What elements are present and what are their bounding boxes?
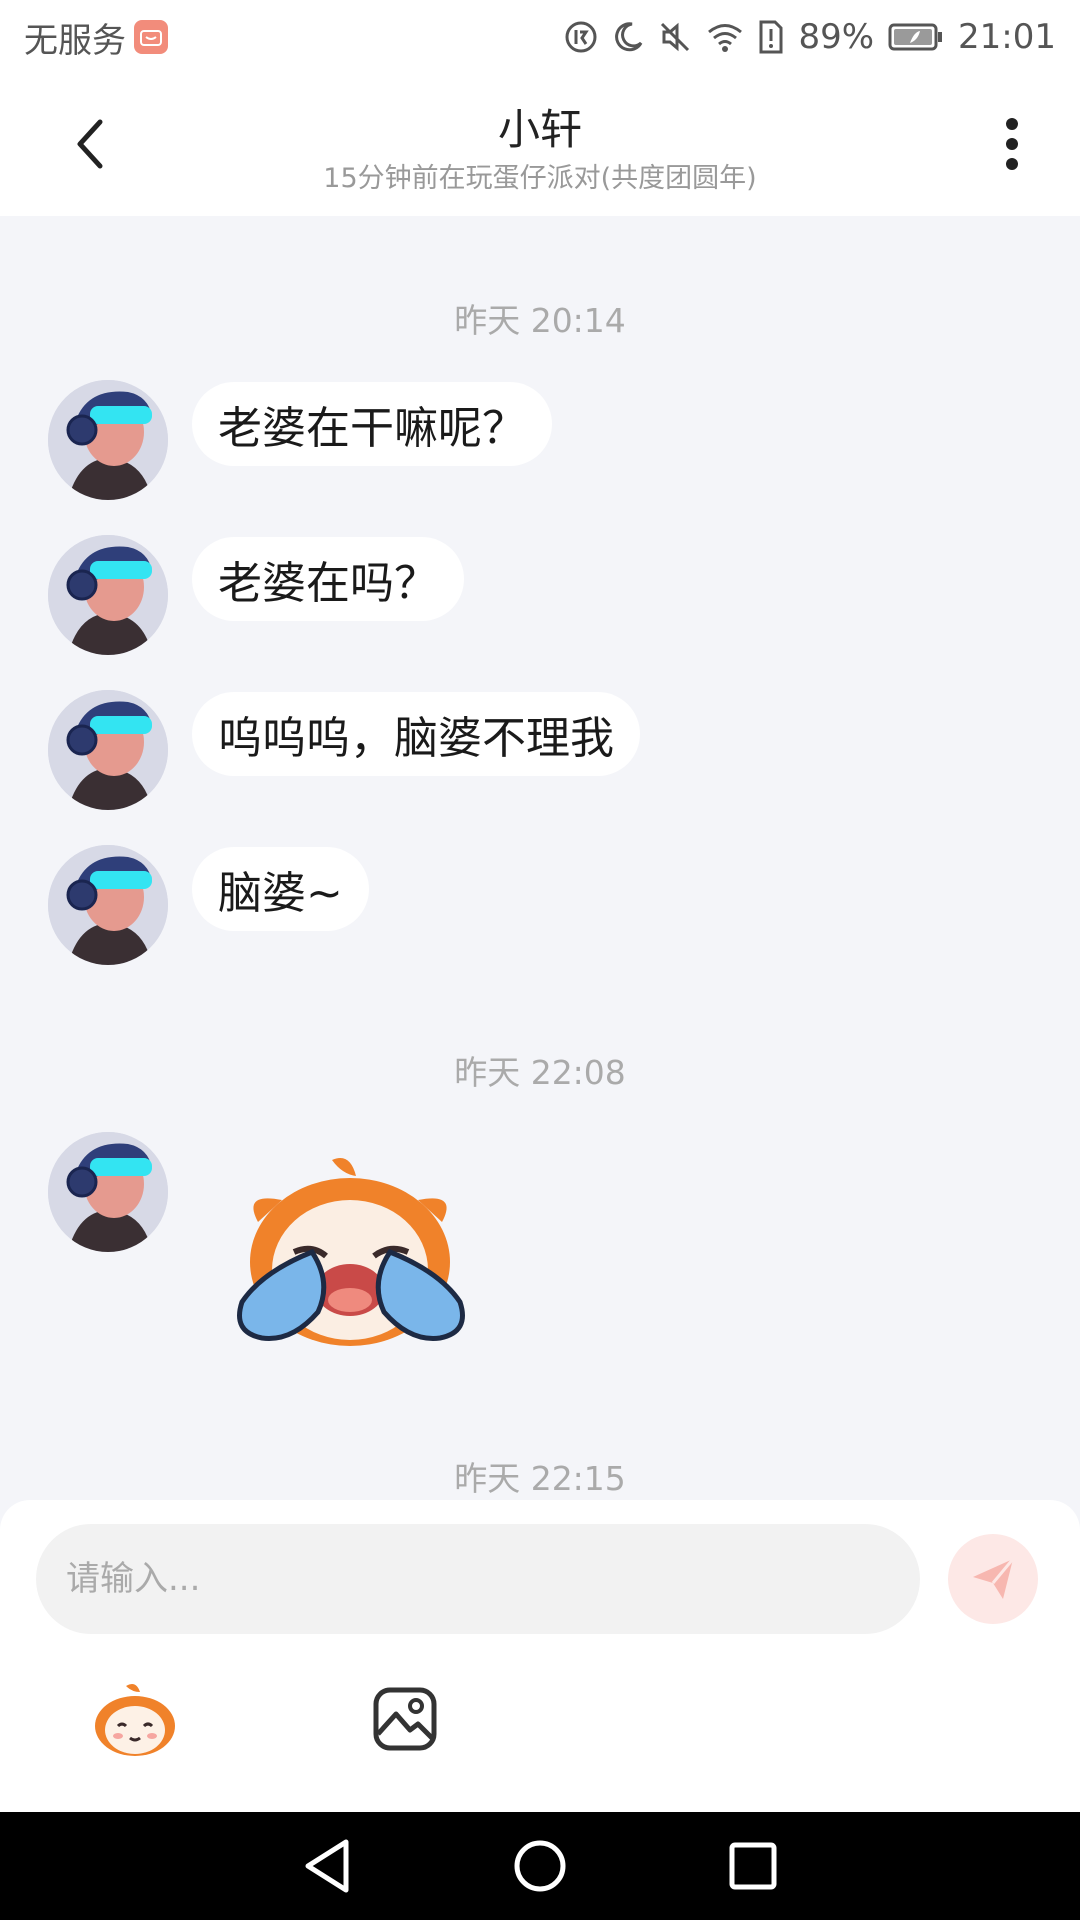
contact-name: 小轩 (497, 105, 582, 154)
avatar[interactable] (48, 535, 168, 655)
navigation-bar (0, 1812, 1080, 1920)
avatar[interactable] (48, 1132, 168, 1252)
message-text: 老婆在吗？ (218, 558, 438, 609)
message-bubble[interactable]: 呜呜呜，脑婆不理我 (192, 692, 640, 776)
message-bubble[interactable]: 老婆在干嘛呢？ (192, 382, 552, 466)
nav-recents-button[interactable] (718, 1831, 788, 1901)
message-text: 老婆在干嘛呢？ (218, 403, 526, 454)
avatar[interactable] (48, 380, 168, 500)
avatar[interactable] (48, 845, 168, 965)
mute-icon (658, 20, 692, 54)
nav-home-icon (514, 1840, 566, 1892)
more-vertical-icon (1006, 118, 1018, 170)
data-saver-icon (564, 20, 598, 54)
status-right: 89% 21:01 (564, 17, 1056, 57)
timestamp: 昨天 20:14 (454, 301, 626, 340)
more-button[interactable] (992, 114, 1032, 174)
moon-icon (612, 21, 644, 53)
app-notification-icon (134, 20, 168, 54)
message-text: 脑婆~ (218, 868, 343, 919)
status-bar: 无服务 89% 21:01 (0, 0, 1080, 74)
crying-eggy-sticker[interactable] (222, 1152, 480, 1352)
message-text: 呜呜呜，脑婆不理我 (218, 713, 614, 764)
nav-recents-icon (729, 1842, 777, 1890)
message-bubble[interactable]: 脑婆~ (192, 847, 369, 931)
battery-icon (888, 22, 944, 52)
battery-percent: 89% (798, 17, 875, 57)
nav-back-icon (305, 1839, 349, 1893)
image-button[interactable] (372, 1686, 438, 1752)
timestamp: 昨天 22:08 (454, 1053, 626, 1092)
nav-back-button[interactable] (292, 1831, 362, 1901)
avatar[interactable] (48, 690, 168, 810)
send-button[interactable] (948, 1534, 1038, 1624)
emoji-icon (95, 1684, 175, 1756)
input-panel (0, 1500, 1080, 1812)
carrier-text: 无服务 (24, 20, 126, 61)
chat-header: 小轩 15分钟前在玩蛋仔派对(共度团圆年) (0, 74, 1080, 216)
clock-text: 21:01 (958, 17, 1056, 57)
nav-home-button[interactable] (505, 1831, 575, 1901)
image-icon (373, 1687, 437, 1751)
timestamp: 昨天 22:15 (454, 1459, 626, 1498)
message-input[interactable] (36, 1524, 920, 1634)
chat-screen: 无服务 89% 21:01 小轩 15分钟前在玩蛋仔派对(共度团圆年) 昨天 2… (0, 0, 1080, 1920)
status-left: 无服务 (24, 13, 168, 62)
message-bubble[interactable]: 老婆在吗？ (192, 537, 464, 621)
wifi-icon (706, 21, 744, 53)
send-icon (973, 1558, 1015, 1599)
sim-alert-icon (758, 20, 784, 54)
emoji-button[interactable] (92, 1682, 178, 1758)
contact-status: 15分钟前在玩蛋仔派对(共度团圆年) (323, 163, 757, 194)
